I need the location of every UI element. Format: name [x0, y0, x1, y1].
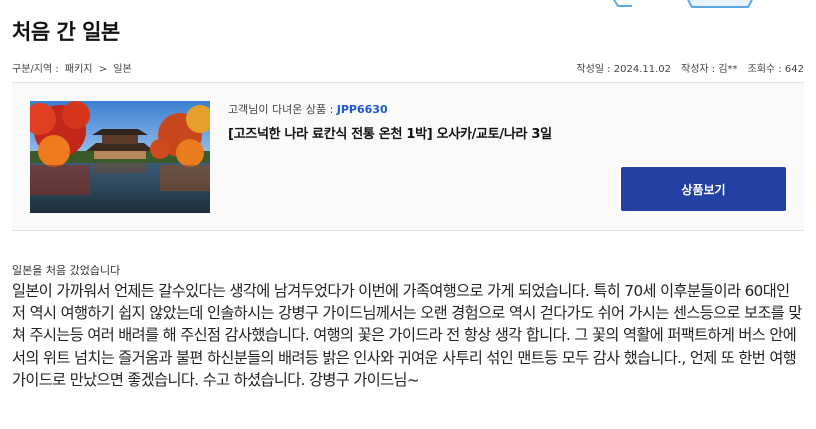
- view-product-button[interactable]: 상품보기: [621, 167, 786, 211]
- review-body: 일본이 가까워서 언제든 갈수있다는 생각에 남겨두었다가 이번에 가족여행으로…: [12, 282, 802, 389]
- post-views: 조회수 : 642: [748, 60, 804, 75]
- decorative-illustration: [613, 0, 753, 8]
- breadcrumb-separator: >: [98, 64, 108, 75]
- product-thumbnail[interactable]: [30, 101, 210, 213]
- post-date-label: 작성일 :: [576, 64, 611, 75]
- breadcrumb-region[interactable]: 일본: [113, 64, 131, 75]
- post-meta: 작성일 : 2024.11.02 작성자 : 김** 조회수 : 642: [576, 60, 804, 75]
- product-card: 고객님이 다녀온 상품 : JPP6630 [고즈넉한 나라 료칸식 전통 온천…: [12, 82, 804, 231]
- breadcrumb: 구분/지역 : 패키지 > 일본: [12, 60, 135, 75]
- meta-row: 구분/지역 : 패키지 > 일본 작성일 : 2024.11.02 작성자 : …: [12, 60, 804, 76]
- product-name[interactable]: [고즈넉한 나라 료칸식 전통 온천 1박] 오사카/교토/나라 3일: [228, 123, 552, 142]
- post-author: 작성자 : 김**: [681, 60, 738, 75]
- post-author-label: 작성자 :: [681, 64, 716, 75]
- breadcrumb-label: 구분/지역 :: [12, 64, 59, 75]
- page-title: 처음 간 일본: [12, 20, 120, 44]
- review-title: 일본을 처음 갔었습니다: [12, 264, 121, 277]
- product-code[interactable]: JPP6630: [337, 103, 388, 116]
- breadcrumb-category[interactable]: 패키지: [65, 64, 93, 75]
- temple-autumn-photo: [30, 101, 210, 213]
- post-date-value: 2024.11.02: [613, 64, 672, 75]
- visited-product: 고객님이 다녀온 상품 : JPP6630: [228, 101, 388, 117]
- post-author-value: 김**: [718, 64, 738, 75]
- post-views-label: 조회수 :: [747, 64, 782, 75]
- post-views-value: 642: [784, 64, 804, 75]
- post-date: 작성일 : 2024.11.02: [576, 60, 671, 75]
- visited-label: 고객님이 다녀온 상품 :: [228, 103, 334, 116]
